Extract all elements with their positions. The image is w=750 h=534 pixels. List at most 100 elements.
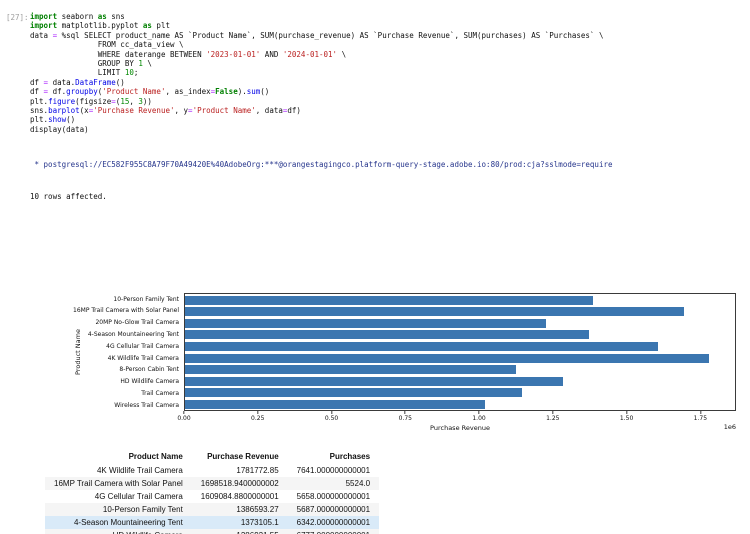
code-line: df = df.groupby('Product Name', as_index…	[30, 87, 270, 97]
code-line: FROM cc_data_view \	[30, 40, 184, 50]
bar-row	[185, 306, 735, 318]
chart-ylabel-area: Product Name	[72, 293, 84, 411]
x-tick-mark	[257, 411, 259, 415]
x-tick-label: 0.75	[399, 411, 412, 422]
bar-row	[185, 294, 735, 306]
chart-ylabel: Product Name	[74, 329, 82, 376]
code-line: display(data)	[30, 124, 89, 134]
y-tick-label: 16MP Trail Camera with Solar Panel	[73, 307, 179, 315]
y-tick-label: 8-Person Cabin Tent	[119, 366, 179, 374]
table-row: HD Wildlife Camera1286921.556777.0000000…	[45, 529, 380, 534]
bar-row	[185, 399, 735, 411]
table-cell: 6342.000000000001	[296, 517, 371, 527]
chart-xlabel-row: Purchase Revenue 1e6	[184, 423, 736, 434]
table-cell: 1609084.8800000001	[200, 491, 279, 501]
code-line: plt.figure(figsize=(15, 3))	[30, 96, 152, 106]
table-row: 10-Person Family Tent 1386593.27 5687.0000…	[45, 503, 380, 517]
code-line: df = data.DataFrame()	[30, 77, 125, 87]
column-header: Product Name	[128, 452, 183, 462]
table-cell: 5658.000000000001	[296, 491, 371, 501]
code-editor[interactable]: import seaborn as sns import matplotlib.p…	[30, 12, 603, 134]
x-tick-label: 1.00	[472, 411, 486, 422]
y-tick-label: Wireless Trail Camera	[114, 401, 179, 409]
table-cell: 16MP Trail Camera with Solar Panel	[54, 478, 183, 488]
table-row: 16MP Trail Camera with Solar Panel 169851…	[45, 477, 380, 491]
table-header: Product Name Purchase Revenue Purchases	[45, 450, 379, 464]
result-dataframe-table: Product Name Purchase Revenue Purchases 4K…	[45, 450, 380, 534]
table-cell: 10-Person Family Tent	[102, 504, 183, 514]
table-row: 4-Season Mountaineering Tent 1373105.1 634…	[45, 516, 380, 530]
bar-row	[185, 317, 735, 329]
table-cell: 6777.000000000001	[288, 529, 379, 534]
y-tick-label: HD Wildlife Camera	[120, 378, 179, 386]
bar	[185, 307, 685, 317]
table-row: 4G Cellular Trail Camera 1609084.88000000…	[45, 490, 379, 503]
bar	[185, 295, 593, 305]
bar-row	[185, 341, 735, 353]
x-tick-mark	[626, 411, 628, 415]
table-cell: 1286921.55	[192, 529, 288, 534]
table-cell: 4G Cellular Trail Camera	[94, 491, 183, 501]
code-line: GROUP BY 1 \	[30, 59, 152, 69]
bar-row	[185, 352, 735, 364]
table-cell: 4-Season Mountaineering Tent	[73, 517, 183, 527]
bar	[185, 330, 589, 340]
table-cell: 7641.000000000001	[296, 465, 371, 475]
cell-text-output: * postgresql://EC582F955C8A79F70A49420E%…	[30, 139, 750, 223]
chart-xlabel: Purchase Revenue	[430, 424, 490, 433]
table-cell: 1781772.85	[236, 465, 279, 475]
chart-plot-area	[184, 293, 736, 412]
y-tick-label: 4K Wildlife Trail Camera	[107, 354, 179, 362]
table-body: 4K Wildlife Trail Camera 1781772.85 7641.0…	[45, 464, 380, 534]
x-tick-mark	[331, 411, 333, 415]
column-header: Purchase Revenue	[207, 452, 279, 462]
bar-row	[185, 375, 735, 387]
code-line: import matplotlib.pyplot as plt	[30, 21, 170, 31]
x-tick-label: 0.25	[251, 411, 264, 422]
bar	[185, 365, 517, 375]
code-line: WHERE daterange BETWEEN '2023-01-01' AND…	[30, 49, 347, 59]
x-tick-mark	[183, 411, 185, 415]
bar	[185, 399, 485, 409]
table-cell: 5687.000000000001	[296, 504, 371, 514]
table-cell: HD Wildlife Camera	[45, 529, 192, 534]
table-cell: 5524.0	[345, 478, 371, 488]
y-tick-label: Trail Camera	[141, 390, 179, 398]
bar-row	[185, 364, 735, 376]
x-tick-mark	[478, 411, 480, 415]
bar	[185, 388, 523, 398]
y-tick-label: 10-Person Family Tent	[113, 295, 179, 303]
table-cell: 1698518.9400000002	[200, 478, 279, 488]
y-tick-label: 4G Cellular Trail Camera	[106, 342, 179, 350]
x-tick-label: 0.00	[177, 411, 191, 422]
code-line: sns.barplot(x='Purchase Revenue', y='Pro…	[30, 106, 301, 116]
table-row: 4K Wildlife Trail Camera 1781772.85 7641.0…	[45, 464, 379, 477]
chart-y-tick-labels: 10-Person Family Tent 16MP Trail Camera w…	[73, 293, 184, 411]
chart-x-tick-labels: 0.00 0.25 0.50 0.75 1.00 1.25 1.50 1.75	[177, 411, 736, 424]
x-tick-mark	[552, 411, 554, 415]
cell-execution-prompt: [27]:	[6, 13, 29, 22]
x-tick-mark	[404, 411, 406, 415]
rows-affected-line: 10 rows affected.	[30, 191, 107, 201]
code-line: data = %sql SELECT product_name AS `Prod…	[30, 30, 604, 40]
bar	[185, 318, 546, 328]
notebook-output-region: [27]: import seaborn as sns import matplo…	[0, 0, 750, 534]
x-tick-label: 0.50	[325, 411, 338, 422]
x-tick-label: 1.50	[620, 411, 633, 422]
code-cell: [27]: import seaborn as sns import matplo…	[0, 0, 750, 134]
code-line: plt.show()	[30, 115, 76, 125]
x-tick-label: 1.25	[546, 411, 559, 422]
y-tick-label: 20MP No-Glow Trail Camera	[95, 319, 179, 327]
x-tick-label: 1.75	[694, 411, 707, 422]
chart-axis-offset-text: 1e6	[723, 423, 736, 432]
bar-row	[185, 387, 735, 399]
bar	[185, 376, 564, 386]
column-header: Purchases	[329, 452, 371, 462]
table-cell: 1373105.1	[240, 517, 279, 527]
sql-connection-line: * postgresql://EC582F955C8A79F70A49420E%…	[30, 160, 613, 170]
code-line: import seaborn as sns	[30, 12, 125, 21]
bar-row	[185, 329, 735, 341]
y-tick-label: 4-Season Mountaineering Tent	[87, 331, 179, 339]
bar	[185, 341, 659, 351]
table-cell: 4K Wildlife Trail Camera	[96, 465, 183, 475]
